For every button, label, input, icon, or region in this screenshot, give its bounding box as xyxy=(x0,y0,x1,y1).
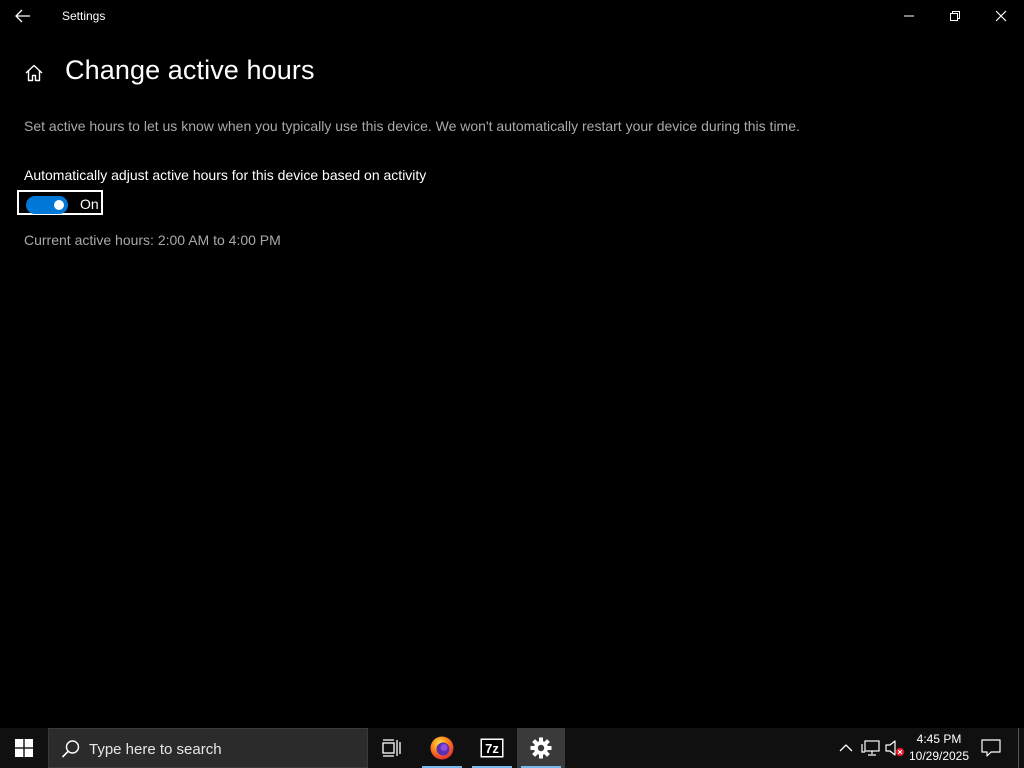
settings-taskbar-button[interactable] xyxy=(517,728,565,768)
minimize-icon xyxy=(904,15,914,17)
restore-icon xyxy=(950,11,960,21)
network-button[interactable] xyxy=(860,738,882,758)
page-description: Set active hours to let us know when you… xyxy=(24,118,800,134)
7zip-icon: 7z xyxy=(480,738,504,758)
show-hidden-icons-button[interactable] xyxy=(836,740,856,756)
firefox-icon xyxy=(430,736,454,760)
page-title: Change active hours xyxy=(65,55,315,85)
toggle-state-text: On xyxy=(80,196,99,212)
back-button[interactable] xyxy=(0,0,46,32)
current-active-hours: Current active hours: 2:00 AM to 4:00 PM xyxy=(24,232,281,248)
notification-icon xyxy=(981,739,1001,757)
auto-adjust-toggle[interactable]: On xyxy=(17,190,103,215)
toggle-label: Automatically adjust active hours for th… xyxy=(24,167,427,183)
windows-logo-icon xyxy=(15,739,33,757)
restore-button[interactable] xyxy=(932,0,978,32)
home-button[interactable] xyxy=(22,61,46,85)
settings-gear-icon xyxy=(530,737,552,759)
search-placeholder: Type here to search xyxy=(89,741,222,758)
clock[interactable]: 4:45 PM 10/29/2025 xyxy=(906,731,972,765)
search-icon xyxy=(61,740,80,758)
svg-text:7z: 7z xyxy=(485,741,499,756)
start-button[interactable] xyxy=(0,728,48,768)
task-view-icon xyxy=(382,739,401,757)
chevron-up-icon xyxy=(839,744,853,752)
clock-date: 10/29/2025 xyxy=(908,749,970,763)
clock-time: 4:45 PM xyxy=(916,732,962,746)
7zip-button[interactable]: 7z xyxy=(468,728,516,768)
show-desktop-button[interactable] xyxy=(1018,728,1024,768)
close-icon xyxy=(995,10,1007,22)
window-title: Settings xyxy=(62,9,106,23)
task-view-button[interactable] xyxy=(368,728,416,768)
volume-button[interactable] xyxy=(884,738,906,758)
toggle-knob xyxy=(54,200,64,210)
minimize-button[interactable] xyxy=(886,0,932,32)
back-arrow-icon xyxy=(15,9,30,23)
home-icon xyxy=(25,64,43,82)
search-box[interactable]: Type here to search xyxy=(48,728,368,768)
action-center-button[interactable] xyxy=(978,736,1004,760)
volume-muted-icon xyxy=(885,740,905,757)
title-bar: Settings xyxy=(0,0,1024,32)
close-button[interactable] xyxy=(978,0,1024,32)
network-icon xyxy=(861,740,880,756)
toggle-track[interactable] xyxy=(26,196,68,214)
taskbar: Type here to search 7z 4:45 PM 10/29/202… xyxy=(0,728,1024,768)
firefox-button[interactable] xyxy=(418,728,466,768)
